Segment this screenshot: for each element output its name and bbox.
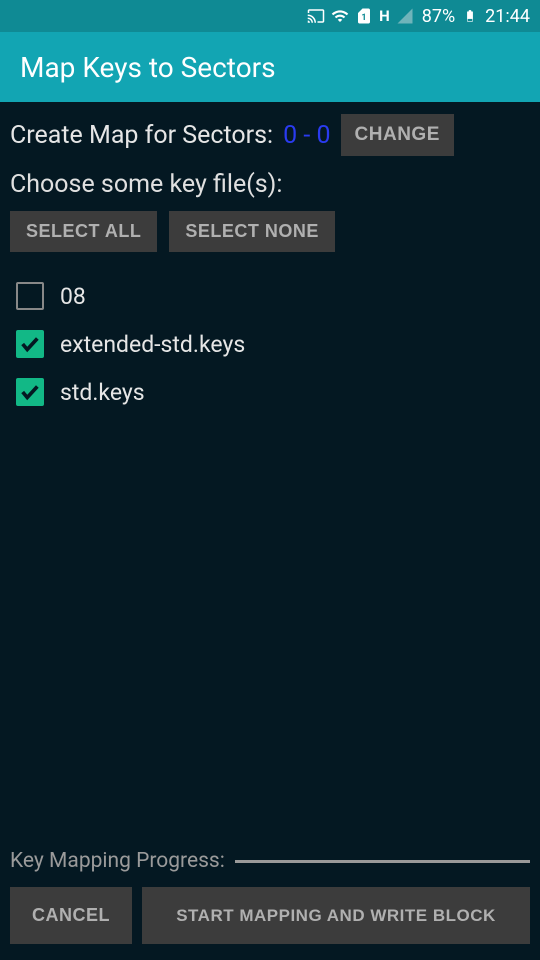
checkbox[interactable] bbox=[16, 282, 44, 310]
select-all-button[interactable]: SELECT ALL bbox=[10, 211, 157, 252]
battery-pct: 87% bbox=[422, 6, 455, 27]
wifi-icon bbox=[331, 7, 349, 25]
file-label: extended-std.keys bbox=[60, 331, 245, 358]
file-label: std.keys bbox=[60, 379, 145, 406]
file-item[interactable]: extended-std.keys bbox=[10, 320, 530, 368]
app-bar: Map Keys to Sectors bbox=[0, 32, 540, 102]
check-icon bbox=[19, 333, 41, 355]
check-icon bbox=[19, 381, 41, 403]
progress-label: Key Mapping Progress: bbox=[10, 849, 225, 873]
choose-label: Choose some key file(s): bbox=[10, 170, 530, 199]
network-type: H bbox=[379, 7, 390, 25]
file-label: 08 bbox=[60, 283, 86, 310]
file-item[interactable]: 08 bbox=[10, 272, 530, 320]
main-content: Create Map for Sectors: 0 - 0 CHANGE Cho… bbox=[0, 102, 540, 849]
svg-text:1: 1 bbox=[362, 13, 367, 23]
file-list: 08 extended-std.keys std.keys bbox=[10, 272, 530, 416]
checkbox[interactable] bbox=[16, 330, 44, 358]
cancel-button[interactable]: CANCEL bbox=[10, 887, 132, 944]
battery-icon bbox=[463, 5, 477, 27]
start-mapping-button[interactable]: START MAPPING AND WRITE BLOCK bbox=[142, 887, 530, 944]
progress-bar bbox=[235, 860, 530, 863]
sectors-range: 0 - 0 bbox=[283, 121, 330, 150]
signal-icon bbox=[396, 7, 414, 25]
footer: Key Mapping Progress: CANCEL START MAPPI… bbox=[0, 849, 540, 960]
select-none-button[interactable]: SELECT NONE bbox=[169, 211, 335, 252]
clock: 21:44 bbox=[485, 6, 530, 27]
status-bar: 1 H 87% 21:44 bbox=[0, 0, 540, 32]
checkbox[interactable] bbox=[16, 378, 44, 406]
file-item[interactable]: std.keys bbox=[10, 368, 530, 416]
change-button[interactable]: CHANGE bbox=[341, 114, 454, 156]
status-icons: 1 H bbox=[307, 7, 414, 25]
cast-icon bbox=[307, 7, 325, 25]
sectors-label: Create Map for Sectors: bbox=[10, 121, 273, 150]
sim-icon: 1 bbox=[355, 7, 373, 25]
page-title: Map Keys to Sectors bbox=[20, 51, 276, 84]
